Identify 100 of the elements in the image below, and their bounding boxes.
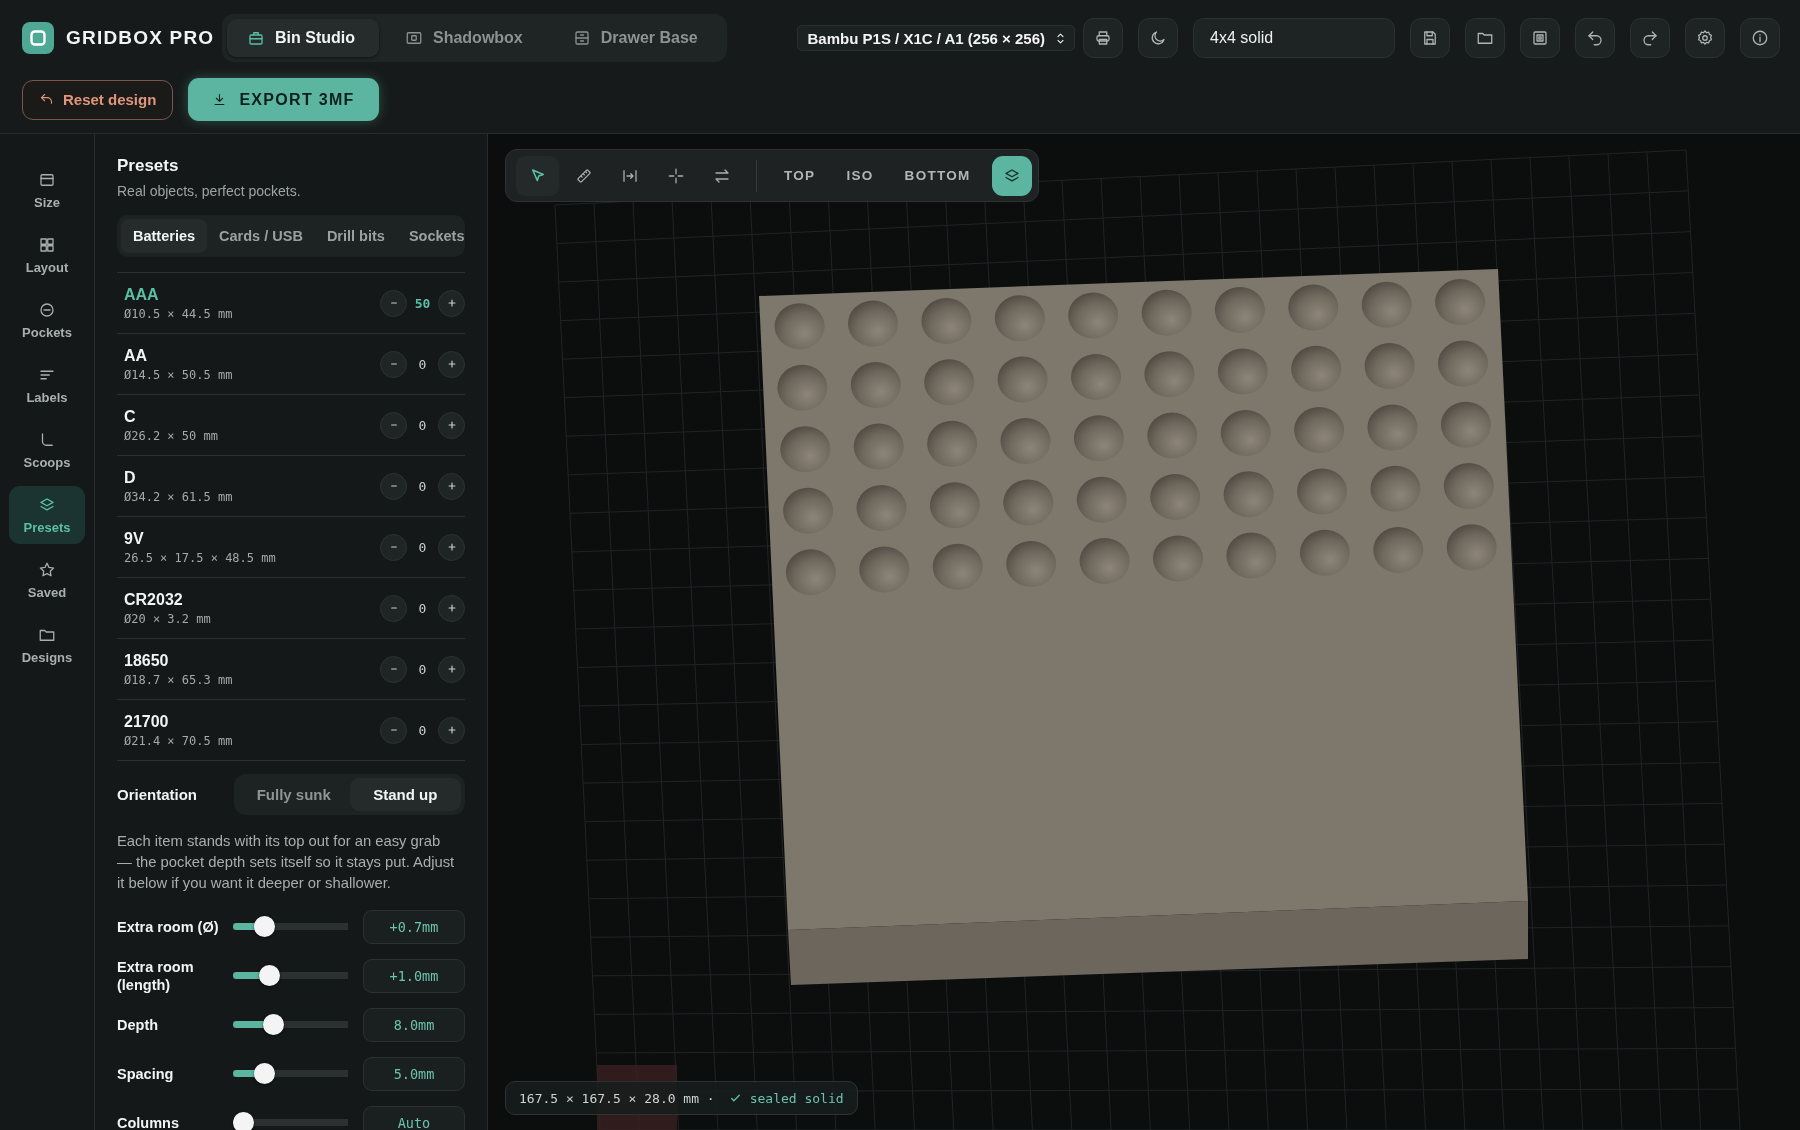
orientation-option[interactable]: Fully sunk bbox=[238, 778, 350, 811]
description-text: Each item stands with its top out for an easy grab — the pocket depth sets itself so it stays put. Adjust it below if you want it deeper or shallower. bbox=[117, 832, 456, 893]
select-tool[interactable] bbox=[516, 155, 559, 196]
slider-thumb[interactable] bbox=[253, 916, 275, 937]
preset-name: 18650 bbox=[124, 651, 170, 670]
frame-icon bbox=[1531, 29, 1549, 47]
preset-count: 0 bbox=[417, 356, 428, 372]
increment-button[interactable] bbox=[438, 533, 465, 561]
category-tab[interactable]: Sockets bbox=[396, 219, 477, 253]
mode-tab[interactable]: Drawer Base bbox=[552, 19, 722, 57]
info-icon bbox=[1751, 29, 1769, 47]
save-icon bbox=[1421, 29, 1439, 47]
increment-button[interactable] bbox=[438, 472, 465, 500]
crosshair-icon bbox=[666, 166, 685, 185]
increment-button[interactable] bbox=[438, 289, 465, 317]
ruler-icon bbox=[574, 166, 593, 185]
rail-item[interactable]: Size bbox=[9, 161, 85, 219]
info-button[interactable] bbox=[1740, 18, 1780, 58]
undo-icon bbox=[39, 92, 54, 107]
slider-thumb[interactable] bbox=[253, 1063, 275, 1084]
export-button[interactable]: EXPORT 3MF bbox=[188, 78, 379, 121]
preset-name: C bbox=[124, 407, 137, 426]
panel-title: Presets bbox=[117, 156, 180, 176]
grid-icon bbox=[38, 235, 56, 254]
preset-dimensions: Ø18.7 × 65.3 mm bbox=[124, 672, 233, 687]
rail-item[interactable]: Layout bbox=[9, 226, 85, 284]
category-tab[interactable]: Batteries bbox=[121, 219, 208, 253]
star-icon bbox=[38, 560, 56, 579]
preset-name: 21700 bbox=[124, 712, 170, 731]
slider-label: Columns bbox=[117, 1113, 181, 1130]
view-button[interactable]: BOTTOM bbox=[890, 155, 985, 196]
drawer-icon bbox=[572, 29, 591, 47]
preset-count: 0 bbox=[417, 478, 428, 494]
app-logo-icon bbox=[22, 22, 54, 54]
preset-count: 0 bbox=[417, 600, 428, 616]
rail-item[interactable]: Labels bbox=[9, 356, 85, 414]
slider-value: +0.7mm bbox=[363, 909, 465, 944]
increment-button[interactable] bbox=[438, 350, 465, 378]
save-button[interactable] bbox=[1410, 18, 1450, 58]
slider-thumb[interactable] bbox=[263, 1014, 285, 1035]
preset-count: 0 bbox=[417, 539, 428, 555]
design-name-field[interactable]: 4x4 solid bbox=[1193, 18, 1395, 58]
slider-label: Depth bbox=[117, 1015, 160, 1034]
printer-select[interactable]: Bambu P1S / X1C / A1 (256 × 256) bbox=[796, 25, 1075, 51]
category-tab[interactable]: Drill bits bbox=[314, 219, 397, 253]
preset-dimensions: 26.5 × 17.5 × 48.5 mm bbox=[124, 550, 276, 565]
slider-label: Extra room (length) bbox=[117, 957, 195, 994]
slider-label: Extra room (Ø) bbox=[117, 917, 220, 936]
preset-count: 0 bbox=[417, 722, 428, 738]
view-button[interactable]: TOP bbox=[770, 155, 830, 196]
frame-icon bbox=[405, 29, 423, 47]
rail-item[interactable]: Saved bbox=[9, 551, 85, 609]
undo-icon bbox=[1586, 29, 1604, 47]
slider-thumb[interactable] bbox=[259, 965, 281, 986]
preset-count: 50 bbox=[413, 295, 432, 311]
preset-name: CR2032 bbox=[124, 590, 184, 609]
settings-button[interactable] bbox=[1685, 18, 1725, 58]
download-icon bbox=[212, 92, 228, 107]
settings-icon bbox=[1696, 29, 1714, 47]
redo-button[interactable] bbox=[1630, 18, 1670, 58]
solid-status-text: sealed solid bbox=[749, 1090, 844, 1106]
theme-button[interactable] bbox=[1138, 18, 1178, 58]
print-button[interactable] bbox=[1083, 18, 1123, 58]
slider-value: 5.0mm bbox=[363, 1056, 465, 1091]
preset-dimensions: Ø14.5 × 50.5 mm bbox=[124, 367, 233, 382]
frame-button[interactable] bbox=[1520, 18, 1560, 58]
app-name: GRIDBOX PRO bbox=[66, 27, 215, 49]
box-icon bbox=[247, 29, 265, 47]
minus-circle-icon bbox=[38, 300, 56, 319]
rail-item[interactable]: Designs bbox=[9, 616, 85, 674]
reset-button[interactable]: Reset design bbox=[22, 79, 174, 120]
increment-button[interactable] bbox=[438, 411, 465, 439]
orientation-option[interactable]: Stand up bbox=[349, 778, 461, 811]
category-tab[interactable]: Cards / USB bbox=[207, 219, 315, 253]
moon-icon bbox=[1149, 29, 1167, 47]
increment-button[interactable] bbox=[438, 716, 465, 744]
rail-item[interactable]: Presets bbox=[9, 486, 85, 544]
preset-name: 9V bbox=[124, 529, 145, 548]
mode-tab[interactable]: Shadowbox bbox=[385, 19, 547, 57]
orientation-label: Orientation bbox=[117, 786, 197, 803]
slider-thumb[interactable] bbox=[233, 1112, 254, 1130]
layers-button[interactable] bbox=[991, 155, 1032, 196]
preset-name: AA bbox=[124, 346, 149, 365]
preset-count: 0 bbox=[417, 661, 428, 677]
mode-tab[interactable]: Bin Studio bbox=[227, 19, 379, 57]
printer-icon bbox=[1094, 29, 1112, 47]
view-button[interactable]: ISO bbox=[832, 155, 888, 196]
dimensions-text: 167.5 × 167.5 × 28.0 mm · bbox=[519, 1090, 715, 1106]
increment-button[interactable] bbox=[438, 594, 465, 622]
preset-dimensions: Ø34.2 × 61.5 mm bbox=[124, 489, 233, 504]
rail-item[interactable]: Pockets bbox=[9, 291, 85, 349]
preset-count: 0 bbox=[417, 417, 428, 433]
undo-button[interactable] bbox=[1575, 18, 1615, 58]
open-button[interactable] bbox=[1465, 18, 1505, 58]
panel-subtitle: Real objects, perfect pockets. bbox=[117, 183, 302, 199]
preset-dimensions: Ø10.5 × 44.5 mm bbox=[124, 306, 233, 321]
slider-value: 8.0mm bbox=[363, 1007, 465, 1042]
preset-dimensions: Ø20 × 3.2 mm bbox=[124, 611, 211, 626]
increment-button[interactable] bbox=[438, 655, 465, 683]
rail-item[interactable]: Scoops bbox=[9, 421, 85, 479]
